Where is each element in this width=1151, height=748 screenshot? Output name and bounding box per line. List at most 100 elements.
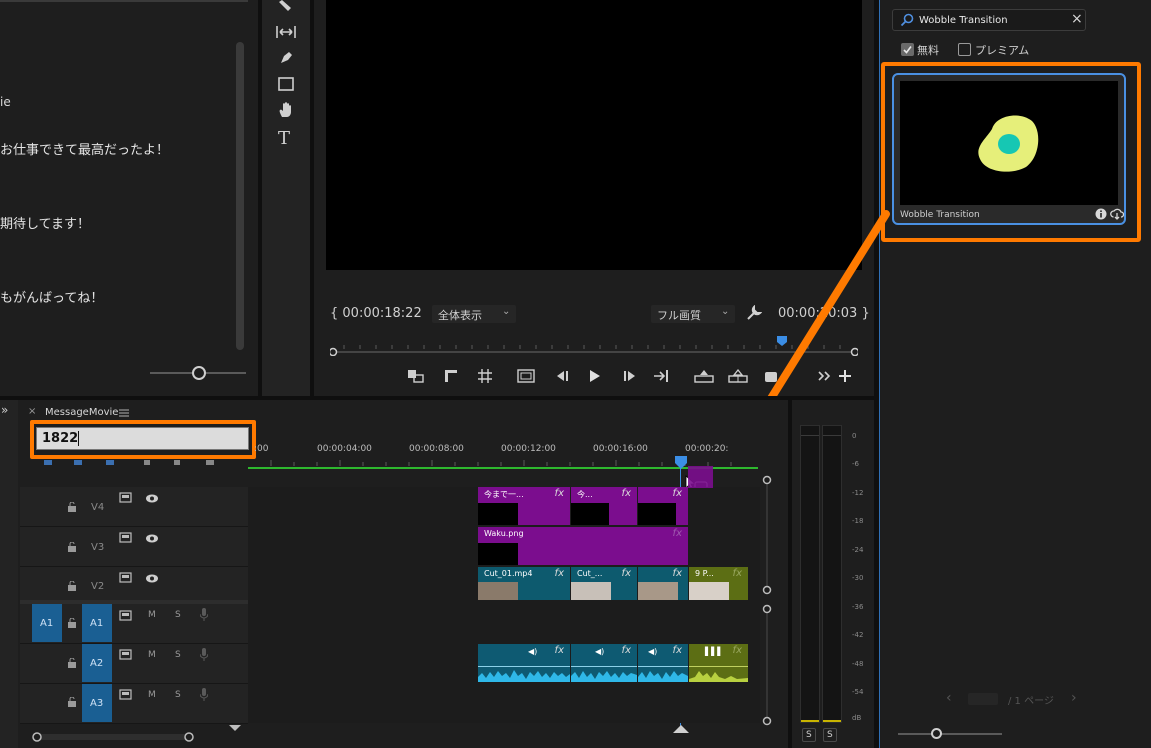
timeline-horizontal-scroll[interactable] <box>30 731 196 743</box>
clip-name: 9 P... <box>695 569 714 578</box>
microphone-icon[interactable] <box>200 688 208 701</box>
sync-lock-icon[interactable] <box>119 649 132 660</box>
timeline-toolbar-icons[interactable] <box>40 458 220 468</box>
safe-margin-icon[interactable] <box>516 368 536 384</box>
clip-name: Cut_... <box>577 569 603 578</box>
fit-dropdown[interactable]: 全体表示 ⌄ <box>432 305 516 323</box>
audio-waveform <box>638 666 688 682</box>
mute-button[interactable]: M <box>148 690 156 700</box>
solo-button[interactable]: S <box>175 690 181 700</box>
transition-result-card[interactable]: Wobble Transition <box>892 73 1126 225</box>
lock-icon[interactable] <box>67 581 77 591</box>
clip-v4-3[interactable]: fx <box>638 487 688 525</box>
mute-button[interactable]: M <box>148 650 156 660</box>
track-label-v3: V3 <box>91 542 105 553</box>
track-target-a1[interactable]: A1 <box>82 604 112 642</box>
track-target-a2[interactable]: A2 <box>82 644 112 682</box>
sync-lock-icon[interactable] <box>119 492 132 503</box>
step-forward-icon[interactable] <box>620 368 640 384</box>
audio-clip-a2-2[interactable]: fx ◀) <box>571 644 637 682</box>
lock-icon[interactable] <box>67 618 77 628</box>
prev-page-icon[interactable]: ‹ <box>946 690 952 706</box>
mute-button[interactable]: M <box>148 610 156 620</box>
audio-clip-a2-4[interactable]: ▌▌▌ fx <box>689 644 748 682</box>
text-panel-scrollbar[interactable] <box>236 42 244 350</box>
thumbnail-size-slider[interactable] <box>898 733 1002 735</box>
sequence-tab[interactable]: MessageMovie <box>45 407 118 418</box>
audio-clip-a2-3[interactable]: fx ◀) <box>638 644 688 682</box>
timecode-input[interactable]: 1822 <box>36 427 249 450</box>
pen-tool-icon[interactable] <box>278 50 294 66</box>
slip-tool-icon[interactable] <box>275 24 297 40</box>
solo-button[interactable]: S <box>175 650 181 660</box>
info-icon[interactable] <box>1095 208 1107 220</box>
playhead-timecode[interactable]: { 00:00:18:22 <box>330 306 422 321</box>
sync-lock-icon[interactable] <box>119 572 132 583</box>
clip-v4-2[interactable]: 今... fx <box>571 487 637 525</box>
microphone-icon[interactable] <box>200 608 208 621</box>
cloud-download-icon[interactable] <box>1110 208 1124 220</box>
timeline-vertical-scroll-top[interactable] <box>762 475 772 595</box>
clip-v2-cut-3[interactable]: fx <box>638 567 688 600</box>
track-header-a3 <box>20 684 248 724</box>
solo-left-button[interactable]: S <box>802 728 816 742</box>
fx-badge: fx <box>672 645 682 656</box>
meter-peak-line <box>801 435 819 436</box>
hand-tool-icon[interactable] <box>277 101 295 119</box>
lock-icon[interactable] <box>67 542 77 552</box>
grid-icon[interactable] <box>476 368 496 384</box>
panel-menu-chevrons-icon[interactable]: » <box>1 403 8 417</box>
next-page-icon[interactable]: › <box>1071 690 1077 706</box>
playhead-marker[interactable] <box>674 456 688 470</box>
play-icon[interactable] <box>585 368 605 384</box>
lock-icon[interactable] <box>67 697 77 707</box>
microphone-icon[interactable] <box>200 648 208 661</box>
clip-v2-9p[interactable]: 9 P... fx <box>689 567 748 600</box>
premium-checkbox[interactable] <box>958 43 971 56</box>
clip-v3-waku[interactable]: Waku.png fx <box>478 527 688 565</box>
meter-level <box>823 720 841 722</box>
sync-lock-icon[interactable] <box>119 610 132 621</box>
lock-icon[interactable] <box>67 502 77 512</box>
thumbnail-size-knob[interactable] <box>931 728 942 739</box>
rectangle-tool-icon[interactable] <box>278 77 294 91</box>
fx-badge: fx <box>554 645 564 656</box>
insert-icon[interactable] <box>406 368 426 384</box>
close-tab-icon[interactable]: × <box>28 406 36 417</box>
search-input[interactable]: Wobble Transition <box>919 15 1008 26</box>
source-patch-a1[interactable]: A1 <box>32 604 62 642</box>
search-field[interactable]: Wobble Transition × <box>892 9 1086 31</box>
go-to-out-icon[interactable] <box>652 368 672 384</box>
sync-lock-icon[interactable] <box>119 689 132 700</box>
lock-icon[interactable] <box>67 658 77 668</box>
eye-icon[interactable] <box>145 574 159 583</box>
solo-button[interactable]: S <box>175 610 181 620</box>
free-checkbox[interactable] <box>901 43 914 56</box>
mark-in-icon[interactable] <box>442 368 462 384</box>
razor-tool-icon[interactable] <box>276 0 294 14</box>
fx-badge: fx <box>732 568 742 579</box>
text-panel <box>0 0 258 396</box>
page-number-field[interactable] <box>968 693 998 705</box>
solo-right-button[interactable]: S <box>823 728 837 742</box>
fx-badge: fx <box>732 645 742 656</box>
eye-icon[interactable] <box>145 534 159 543</box>
clip-thumbnail <box>638 503 676 525</box>
tab-menu-icon[interactable] <box>119 409 129 417</box>
chat-line-1: ie <box>0 95 11 109</box>
eye-icon[interactable] <box>145 494 159 503</box>
track-target-a3[interactable]: A3 <box>82 684 112 722</box>
clear-search-icon[interactable]: × <box>1071 11 1083 27</box>
transition-drop-zone <box>688 466 713 488</box>
step-back-icon[interactable] <box>552 368 572 384</box>
clip-v2-cut-2[interactable]: Cut_... fx <box>571 567 637 600</box>
type-tool-icon[interactable]: T <box>278 128 290 149</box>
clip-v2-cut01[interactable]: Cut_01.mp4 fx <box>478 567 570 600</box>
timeline-vertical-scroll-bottom[interactable] <box>762 604 772 726</box>
audio-clip-a2-1[interactable]: fx ◀) <box>478 644 570 682</box>
sync-lock-icon[interactable] <box>119 532 132 543</box>
text-zoom-knob[interactable] <box>192 366 206 380</box>
ruler-label-1: 00:00:04:00 <box>317 444 372 454</box>
clip-v4-1[interactable]: 今まで一... fx <box>478 487 570 525</box>
chat-line-3: 期待してます！ <box>0 217 90 232</box>
